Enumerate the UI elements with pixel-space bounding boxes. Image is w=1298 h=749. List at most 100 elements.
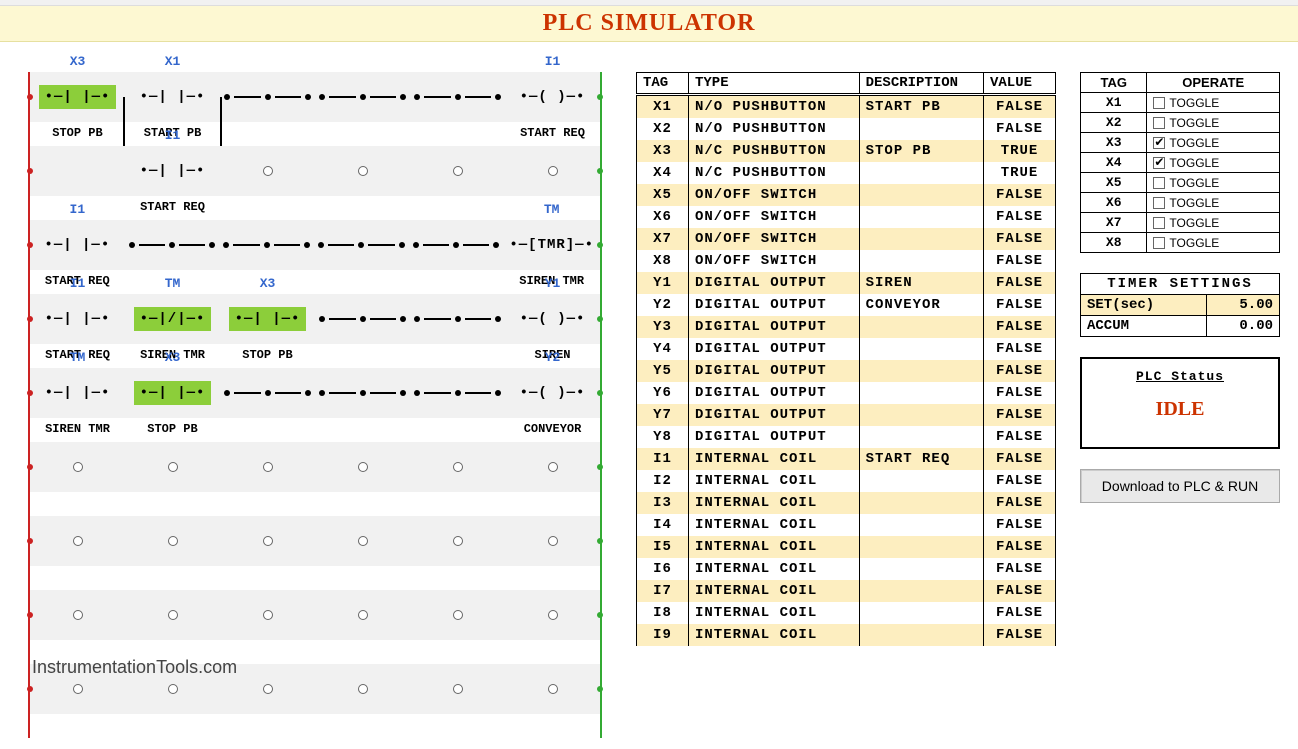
rung-slot[interactable] [220,146,315,196]
no-contact[interactable]: •—| |—• [39,307,117,331]
type-cell: INTERNAL COIL [689,448,860,470]
coil-contact[interactable]: •—( )—• [514,85,592,109]
rung-slot[interactable]: •—| |—•X3STOP PB [220,294,315,344]
rung-slot[interactable] [315,442,410,492]
rung-slot[interactable]: •—( )—•I1START REQ [505,72,600,122]
no-contact[interactable]: •—| |—• [134,159,212,183]
rung-slot[interactable]: •—| |—•X3STOP PB [125,368,220,418]
rung-slot[interactable] [315,664,410,714]
rung-slot[interactable] [30,590,125,640]
toggle-cell[interactable]: TOGGLE [1147,233,1280,253]
rung-slot[interactable] [220,72,315,122]
rung-slot[interactable] [315,72,410,122]
rung-slot[interactable]: •—( )—•Y1SIREN [505,294,600,344]
wire [315,368,410,418]
toggle-cell[interactable]: TOGGLE [1147,173,1280,193]
rung-slot[interactable] [410,368,505,418]
contact-tag: I1 [125,128,220,143]
no-contact[interactable]: •—| |—• [39,381,117,405]
rung-slot[interactable] [505,664,600,714]
rung: •—| |—•I1START REQ [30,146,600,196]
rung-slot[interactable] [410,146,505,196]
rung-slot[interactable] [505,442,600,492]
rung-slot[interactable] [220,590,315,640]
tmr-contact[interactable]: •—[TMR]—• [503,233,600,257]
no-contact[interactable]: •—| |—• [134,381,212,405]
checkbox-icon[interactable] [1153,177,1165,189]
rung-slot[interactable] [410,294,505,344]
rung-slot[interactable] [125,590,220,640]
rung-slot[interactable] [410,442,505,492]
rung-slot[interactable]: •—| |—•I1START REQ [125,146,220,196]
rung-slot[interactable]: •—| |—•TMSIREN TMR [30,368,125,418]
checkbox-icon[interactable] [1153,117,1165,129]
checkbox-icon[interactable] [1153,217,1165,229]
checkbox-icon[interactable] [1153,157,1165,169]
tag-cell: I5 [637,536,689,558]
no-contact[interactable]: •—| |—• [39,85,117,109]
value-cell: FALSE [984,250,1056,272]
toggle-cell[interactable]: TOGGLE [1147,93,1280,113]
rung-slot[interactable] [125,220,220,270]
checkbox-icon[interactable] [1153,97,1165,109]
rung-slot[interactable] [314,220,409,270]
rung-slot[interactable] [30,146,125,196]
empty-slot-icon [263,462,273,472]
rung-slot[interactable]: •—| |—•X3STOP PB [30,72,125,122]
rung-slot[interactable]: •—[TMR]—•TMSIREN TMR [503,220,600,270]
tag-table-header: DESCRIPTION [859,73,983,95]
rung-slot[interactable] [315,516,410,566]
toggle-cell[interactable]: TOGGLE [1147,193,1280,213]
rung-slot[interactable] [125,516,220,566]
rung-slot[interactable] [315,590,410,640]
tag-cell: I6 [637,558,689,580]
desc-cell [859,360,983,382]
rung-slot[interactable] [219,220,314,270]
rung-slot[interactable] [220,516,315,566]
checkbox-icon[interactable] [1153,137,1165,149]
desc-cell: START REQ [859,448,983,470]
download-run-button[interactable]: Download to PLC & RUN [1080,469,1280,503]
empty-slot-icon [168,536,178,546]
rung-slot[interactable]: •—| |—•X1START PB [125,72,220,122]
type-cell: ON/OFF SWITCH [689,228,860,250]
rung-slot[interactable] [409,220,504,270]
rung-slot[interactable] [315,146,410,196]
rung-slot[interactable] [220,368,315,418]
toggle-cell[interactable]: TOGGLE [1147,153,1280,173]
rung-slot[interactable] [30,442,125,492]
rung-slot[interactable] [505,590,600,640]
rung-slot[interactable] [410,664,505,714]
no-contact[interactable]: •—| |—• [229,307,307,331]
rung-slot[interactable] [315,294,410,344]
empty-slot-icon [358,166,368,176]
toggle-cell[interactable]: TOGGLE [1147,213,1280,233]
rung-slot[interactable] [505,146,600,196]
no-contact[interactable]: •—| |—• [38,233,116,257]
rung-slot[interactable]: •—| |—•I1START REQ [30,220,125,270]
rung-slot[interactable] [125,442,220,492]
rung-slot[interactable] [410,516,505,566]
rung-slot[interactable]: •—| |—•I1START REQ [30,294,125,344]
checkbox-icon[interactable] [1153,197,1165,209]
coil-contact[interactable]: •—( )—• [514,381,592,405]
rung-slot[interactable] [220,442,315,492]
rung-slot[interactable] [410,590,505,640]
toggle-cell[interactable]: TOGGLE [1147,133,1280,153]
rung-slot[interactable] [315,368,410,418]
toggle-cell[interactable]: TOGGLE [1147,113,1280,133]
rung-slot[interactable]: •—( )—•Y2CONVEYOR [505,368,600,418]
value-cell: FALSE [984,492,1056,514]
timer-title: TIMER SETTINGS [1081,274,1280,295]
nc-contact[interactable]: •—|/|—• [134,307,212,331]
rung-slot[interactable] [410,72,505,122]
coil-contact[interactable]: •—( )—• [514,307,592,331]
rung-slot[interactable]: •—|/|—•TMSIREN TMR [125,294,220,344]
type-cell: INTERNAL COIL [689,580,860,602]
timer-row: SET(sec)5.00 [1081,295,1280,316]
no-contact[interactable]: •—| |—• [134,85,212,109]
checkbox-icon[interactable] [1153,237,1165,249]
desc-cell: START PB [859,95,983,119]
rung-slot[interactable] [30,516,125,566]
rung-slot[interactable] [505,516,600,566]
